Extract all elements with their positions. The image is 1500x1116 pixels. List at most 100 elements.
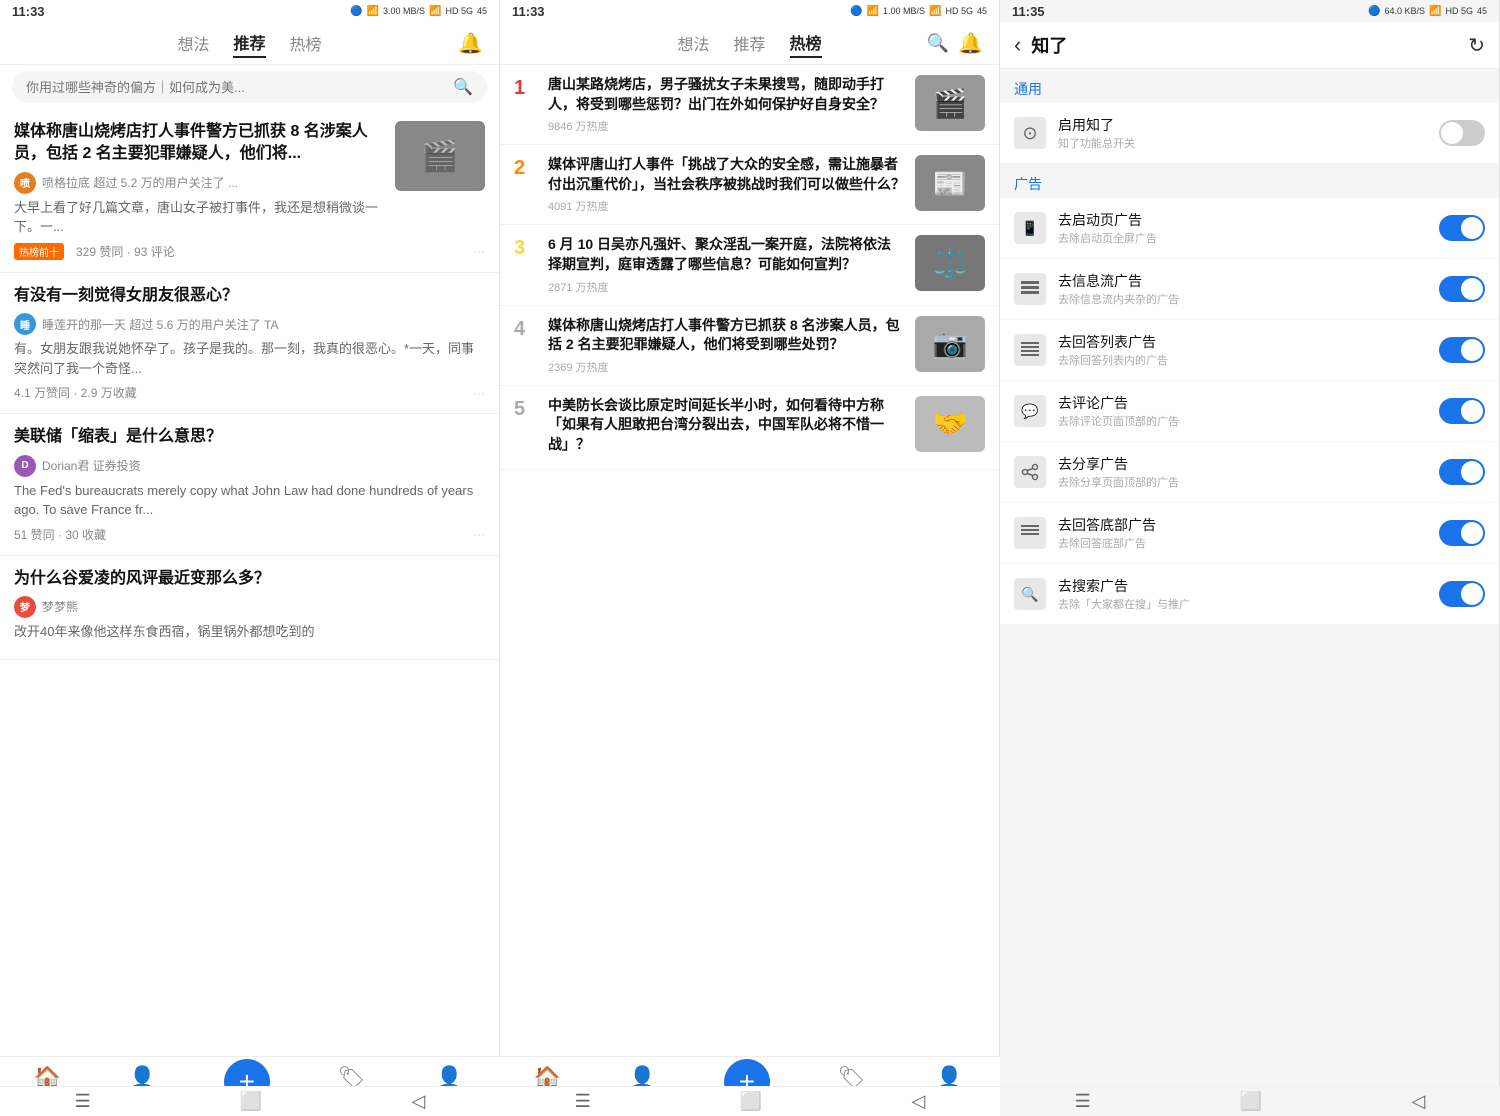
startup-ad-text: 去启动页广告 去除启动页全屏广告	[1058, 210, 1427, 246]
feed-author-row-2: 睡 睡莲开的那一天 超过 5.6 万的用户关注了 TA	[14, 313, 485, 335]
settings-row-answer-ad[interactable]: 去回答列表广告 去除回答列表内的广告	[1000, 320, 1499, 381]
feed-author-name-3: Dorian君 证券投资	[42, 457, 141, 474]
refresh-button[interactable]: ↻	[1468, 33, 1485, 58]
toggle-search-ad[interactable]	[1439, 581, 1485, 607]
share-ad-label: 去分享广告	[1058, 454, 1427, 474]
settings-row-enable[interactable]: ⊙ 启用知了 知了功能总开关	[1000, 103, 1499, 164]
settings-row-feed-ad[interactable]: 去信息流广告 去除信息流内夹杂的广告	[1000, 259, 1499, 320]
sys-back-3[interactable]: ◁	[1412, 1091, 1426, 1112]
hot-thumb-4: 📷	[915, 316, 985, 372]
comment-ad-desc: 去除评论页面顶部的广告	[1058, 413, 1427, 429]
toggle-share-ad[interactable]	[1439, 459, 1485, 485]
nav-tabs-2: 想法 推荐 热榜 🔍 🔔	[500, 22, 999, 65]
search-ad-icon: 🔍	[1014, 578, 1046, 610]
settings-row-comment-ad[interactable]: 💬 去评论广告 去除评论页面顶部的广告	[1000, 381, 1499, 442]
hot-heat-4: 2369 万热度	[548, 359, 905, 375]
bottom-nav-member-1[interactable]: 🏷 会员	[338, 1065, 366, 1087]
feed-more-2[interactable]: ···	[473, 386, 485, 400]
hot-title-5: 中美防长会谈比原定时间延长半小时，如何看待中方称「如果有人胆敢把台湾分裂出去，中…	[548, 396, 905, 455]
search-bar-1[interactable]: 🔍	[12, 71, 487, 103]
settings-title: 知了	[1031, 32, 1458, 58]
bottom-nav-home-1[interactable]: 🏠 首页	[34, 1065, 61, 1087]
search-ad-desc: 去除「大家都在搜」与推广	[1058, 596, 1427, 612]
feed-item-4[interactable]: 为什么谷爱凌的风评最近变那么多？ 梦 梦梦熊 改开40年来像他这样东食西宿，锅里…	[0, 556, 499, 661]
toggle-bottom-ad[interactable]	[1439, 520, 1485, 546]
bottom-nav-home-2[interactable]: 🏠 首页	[534, 1065, 561, 1087]
feed-item-3[interactable]: 美联储「缩表」是什么意思？ D Dorian君 证券投资 The Fed's b…	[0, 414, 499, 555]
search-input-1[interactable]	[26, 80, 445, 95]
sys-home-1[interactable]: ⬜	[240, 1091, 262, 1112]
toggle-comment-ad[interactable]	[1439, 398, 1485, 424]
hot-item-4[interactable]: 4 媒体称唐山烧烤店打人事件警方已抓获 8 名涉案人员，包括 2 名主要犯罪嫌疑…	[500, 306, 999, 386]
hot-content-4: 媒体称唐山烧烤店打人事件警方已抓获 8 名涉案人员，包括 2 名主要犯罪嫌疑人，…	[548, 316, 905, 375]
settings-row-bottom-ad[interactable]: 去回答底部广告 去除回答底部广告	[1000, 503, 1499, 564]
sys-home-2[interactable]: ⬜	[740, 1091, 762, 1112]
sys-back-2[interactable]: ◁	[912, 1091, 926, 1112]
bottom-nav-follow-2[interactable]: 👤 关注	[629, 1065, 656, 1087]
panel-3-content: 11:35 🔵 64.0 KB/S 📶 HD 5G 45 ‹ 知了 ↻ 通用 ⊙…	[1000, 0, 1500, 1086]
feed-more-3[interactable]: ···	[473, 527, 485, 541]
section-label-ads: 广告	[1000, 164, 1499, 198]
bottom-nav-login-2[interactable]: 👤 未登录	[933, 1065, 966, 1087]
toggle-startup-ad[interactable]	[1439, 215, 1485, 241]
toggle-answer-ad[interactable]	[1439, 337, 1485, 363]
search-icon-1[interactable]: 🔍	[453, 77, 473, 97]
feed-item-1[interactable]: 媒体称唐山烧烤店打人事件警方已抓获 8 名涉案人员，包括 2 名主要犯罪嫌疑人，…	[0, 109, 499, 273]
feed-more-1[interactable]: ···	[473, 244, 485, 258]
tab-xianfa-1[interactable]: 想法	[177, 29, 209, 57]
bell-icon-1[interactable]: 🔔	[458, 31, 483, 56]
sys-menu-3[interactable]: ☰	[1075, 1091, 1091, 1112]
sys-menu-1[interactable]: ☰	[75, 1091, 91, 1112]
status-time-3: 11:35	[1012, 4, 1045, 19]
comment-ad-text: 去评论广告 去除评论页面顶部的广告	[1058, 393, 1427, 429]
hot-item-5[interactable]: 5 中美防长会谈比原定时间延长半小时，如何看待中方称「如果有人胆敢把台湾分裂出去…	[500, 386, 999, 470]
hot-item-3[interactable]: 3 6 月 10 日吴亦凡强奸、聚众淫乱一案开庭，法院将依法择期宣判，庭审透露了…	[500, 225, 999, 305]
back-button[interactable]: ‹	[1014, 32, 1021, 58]
sys-home-3[interactable]: ⬜	[1240, 1091, 1262, 1112]
startup-ad-label: 去启动页广告	[1058, 210, 1427, 230]
bottom-ad-label: 去回答底部广告	[1058, 515, 1427, 535]
toggle-feed-ad[interactable]	[1439, 276, 1485, 302]
hot-heat-2: 4091 万热度	[548, 198, 905, 214]
hot-item-1[interactable]: 1 唐山某路烧烤店，男子骚扰女子未果搜骂，随即动手打人，将受到哪些惩罚？出门在外…	[500, 65, 999, 145]
feed-avatar-4: 梦	[14, 596, 36, 618]
feed-avatar-3: D	[14, 455, 36, 477]
enable-desc: 知了功能总开关	[1058, 135, 1427, 151]
tab-tuijian-2[interactable]: 推荐	[733, 29, 765, 57]
feed-author-row-3: D Dorian君 证券投资	[14, 455, 485, 477]
search-ad-label: 去搜索广告	[1058, 576, 1427, 596]
bottom-nav-follow-1[interactable]: 👤 关注	[129, 1065, 156, 1087]
panel-3: 11:35 🔵 64.0 KB/S 📶 HD 5G 45 ‹ 知了 ↻ 通用 ⊙…	[1000, 0, 1500, 1116]
bottom-nav-plus-2[interactable]: +	[724, 1059, 770, 1087]
hot-thumb-1: 🎬	[915, 75, 985, 131]
feed-avatar-2: 睡	[14, 313, 36, 335]
feed-avatar-1: 喷	[14, 172, 36, 194]
hot-title-3: 6 月 10 日吴亦凡强奸、聚众淫乱一案开庭，法院将依法择期宣判，庭审透露了哪些…	[548, 235, 905, 274]
tab-tuijian-1[interactable]: 推荐	[233, 28, 265, 58]
bottom-nav-member-2[interactable]: 🏷 会员	[838, 1065, 866, 1087]
feed-ad-desc: 去除信息流内夹杂的广告	[1058, 291, 1427, 307]
startup-ad-desc: 去除启动页全屏广告	[1058, 230, 1427, 246]
tab-rebang-1[interactable]: 热榜	[290, 29, 322, 57]
settings-row-startup-ad[interactable]: 📱 去启动页广告 去除启动页全屏广告	[1000, 198, 1499, 259]
sys-nav-2: ☰ ⬜ ◁	[500, 1086, 1000, 1116]
bottom-nav-plus-1[interactable]: +	[224, 1059, 270, 1087]
bell-icon-2[interactable]: 🔔	[958, 31, 983, 56]
bottom-ad-text: 去回答底部广告 去除回答底部广告	[1058, 515, 1427, 551]
tab-xianfa-2[interactable]: 想法	[677, 29, 709, 57]
feed-ad-icon	[1014, 273, 1046, 305]
search-nav-icon-2[interactable]: 🔍	[927, 33, 949, 54]
status-bar-1: 11:33 🔵 📶 3.00 MB/S 📶 HD 5G 45	[0, 0, 499, 22]
hot-heat-1: 9846 万热度	[548, 118, 905, 134]
bottom-ad-desc: 去除回答底部广告	[1058, 535, 1427, 551]
settings-row-share-ad[interactable]: 去分享广告 去除分享页面顶部的广告	[1000, 442, 1499, 503]
bottom-nav-login-1[interactable]: 👤 未登录	[433, 1065, 466, 1087]
settings-row-search-ad[interactable]: 🔍 去搜索广告 去除「大家都在搜」与推广	[1000, 564, 1499, 625]
sys-back-1[interactable]: ◁	[412, 1091, 426, 1112]
sys-menu-2[interactable]: ☰	[575, 1091, 591, 1112]
hot-item-2[interactable]: 2 媒体评唐山打人事件「挑战了大众的安全感，需让施暴者付出沉重代价」，当社会秩序…	[500, 145, 999, 225]
feed-item-2[interactable]: 有没有一刻觉得女朋友很恶心？ 睡 睡莲开的那一天 超过 5.6 万的用户关注了 …	[0, 273, 499, 414]
toggle-enable[interactable]	[1439, 120, 1485, 146]
section-label-general: 通用	[1000, 69, 1499, 103]
tab-rebang-2[interactable]: 热榜	[790, 28, 822, 58]
